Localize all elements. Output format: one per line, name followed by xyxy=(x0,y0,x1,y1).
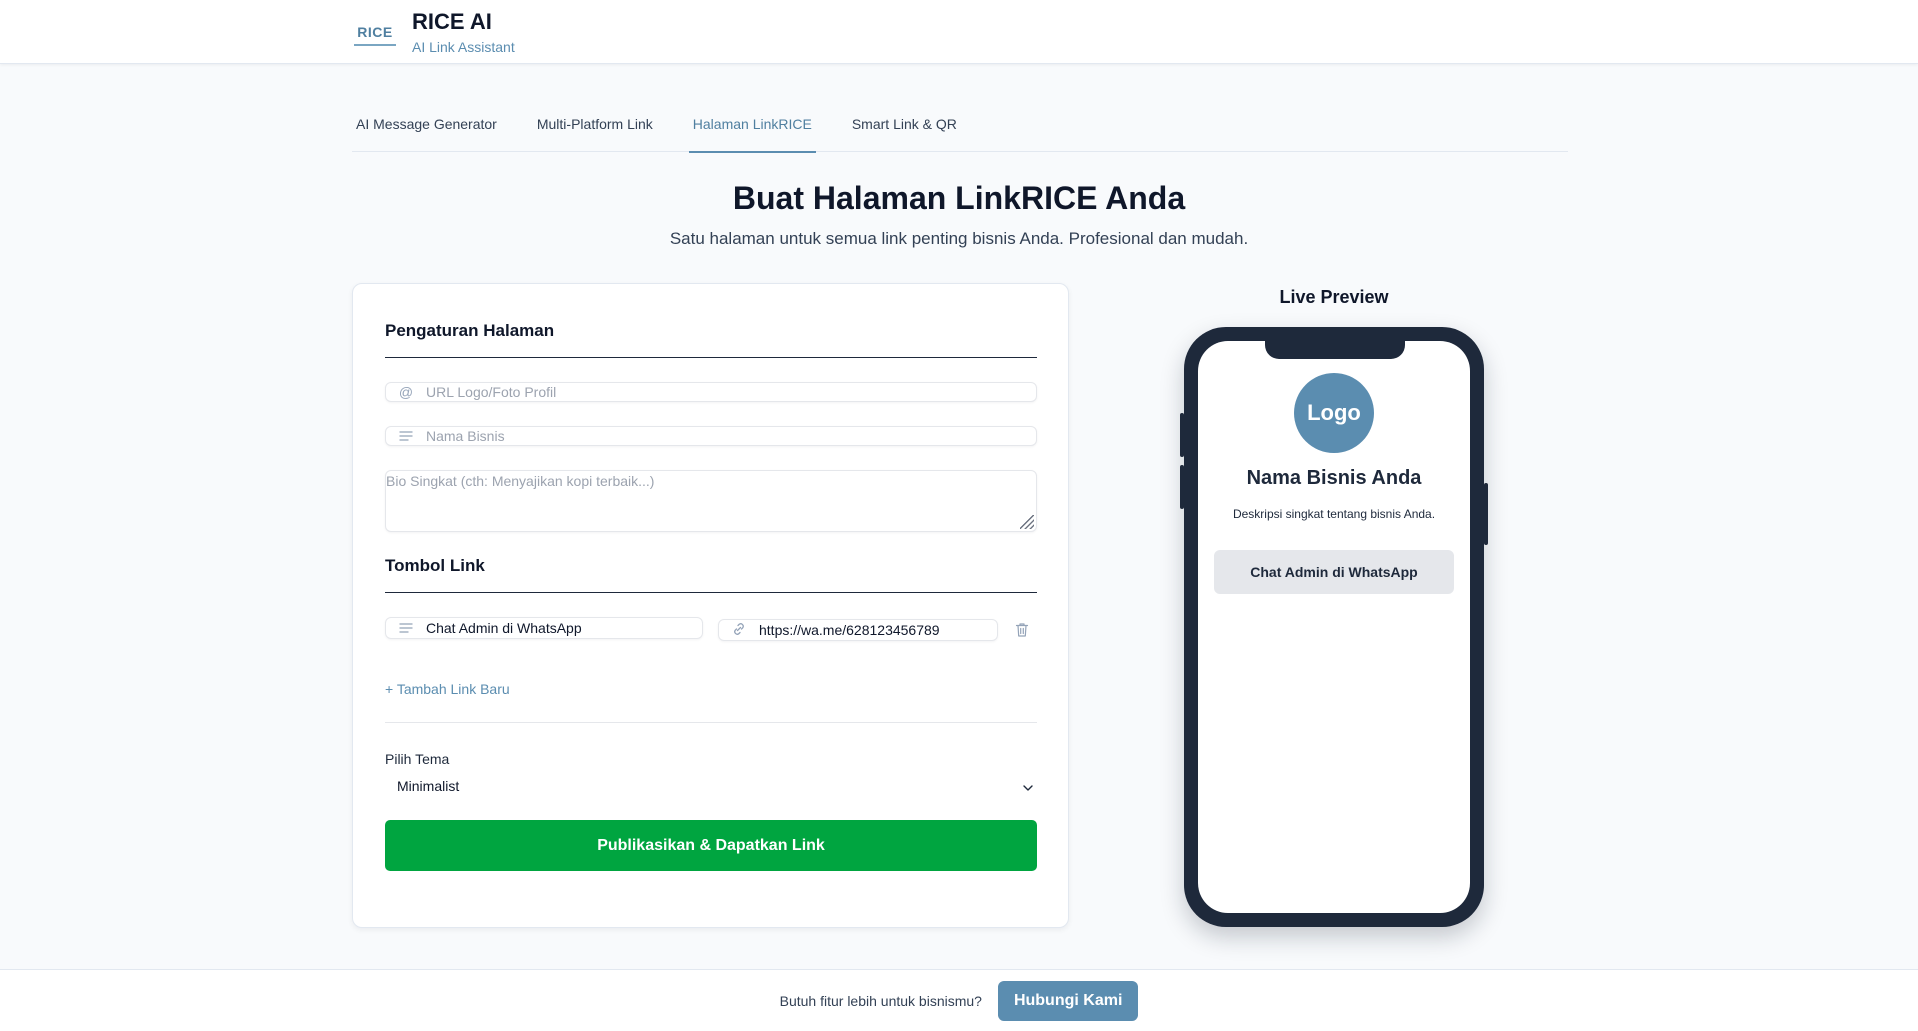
settings-section-rule xyxy=(385,357,1037,358)
trash-icon[interactable] xyxy=(1013,621,1031,639)
business-name-field[interactable] xyxy=(385,426,1037,446)
phone-side-button xyxy=(1180,465,1184,509)
link-label-field[interactable] xyxy=(385,617,703,639)
link-icon xyxy=(719,621,759,640)
brand[interactable]: RICE RICE AI AI Link Assistant xyxy=(352,8,515,56)
rice-logo: RICE xyxy=(352,18,398,46)
phone-side-button xyxy=(1180,413,1184,457)
footer: Butuh fitur lebih untuk bisnismu? Hubung… xyxy=(0,969,1918,1031)
contact-us-button[interactable]: Hubungi Kami xyxy=(997,980,1139,1021)
bio-field[interactable] xyxy=(385,470,1037,532)
logo-url-field[interactable]: @ xyxy=(385,382,1037,402)
settings-card: Pengaturan Halaman @ Tombol Link xyxy=(352,283,1069,928)
theme-select[interactable]: Minimalist xyxy=(385,774,1037,798)
tab-smart-link-qr[interactable]: Smart Link & QR xyxy=(848,108,961,152)
tab-multi-platform-link[interactable]: Multi-Platform Link xyxy=(533,108,657,152)
preview-business-name: Nama Bisnis Anda xyxy=(1246,467,1422,489)
chevron-down-icon xyxy=(1023,778,1033,794)
phone-mockup: Logo Nama Bisnis Anda Deskripsi singkat … xyxy=(1180,327,1488,927)
preview-logo: Logo xyxy=(1294,373,1374,453)
app-title: RICE AI xyxy=(412,9,492,34)
theme-select-value: Minimalist xyxy=(397,778,460,794)
app-header: RICE RICE AI AI Link Assistant xyxy=(0,0,1918,64)
bio-textarea[interactable] xyxy=(386,471,1036,531)
brand-text: RICE AI AI Link Assistant xyxy=(412,8,515,56)
tab-halaman-linkrice[interactable]: Halaman LinkRICE xyxy=(688,108,816,153)
text-lines-icon xyxy=(386,427,426,445)
tab-ai-message-generator[interactable]: AI Message Generator xyxy=(352,108,501,152)
app-subtitle: AI Link Assistant xyxy=(412,39,515,55)
links-section-title: Tombol Link xyxy=(385,556,485,575)
footer-text: Butuh fitur lebih untuk bisnismu? xyxy=(779,992,982,1009)
preview-description: Deskripsi singkat tentang bisnis Anda. xyxy=(1232,507,1436,521)
publish-button[interactable]: Publikasikan & Dapatkan Link xyxy=(385,820,1037,871)
phone-notch xyxy=(1265,341,1405,359)
link-row xyxy=(385,617,1037,643)
link-url-field[interactable] xyxy=(718,619,998,641)
resize-grip-icon[interactable] xyxy=(1020,515,1034,529)
preview-link-button[interactable]: Chat Admin di WhatsApp xyxy=(1214,550,1454,594)
settings-section-title: Pengaturan Halaman xyxy=(385,321,555,340)
logo-url-input[interactable] xyxy=(426,384,1036,400)
tab-bar: AI Message Generator Multi-Platform Link… xyxy=(352,108,1568,153)
phone-screen: Logo Nama Bisnis Anda Deskripsi singkat … xyxy=(1198,341,1470,913)
link-label-input[interactable] xyxy=(426,620,702,636)
add-link-button[interactable]: + Tambah Link Baru xyxy=(385,681,510,697)
live-preview-title: Live Preview xyxy=(1279,287,1389,307)
links-section-rule xyxy=(385,592,1037,593)
divider xyxy=(385,722,1037,723)
link-url-input[interactable] xyxy=(759,622,997,638)
page-subtitle: Satu halaman untuk semua link penting bi… xyxy=(669,229,1249,248)
text-lines-icon xyxy=(386,620,426,636)
theme-label: Pilih Tema xyxy=(385,751,450,767)
business-name-input[interactable] xyxy=(426,428,1036,444)
page-title: Buat Halaman LinkRICE Anda xyxy=(732,180,1186,216)
phone-side-button xyxy=(1484,483,1488,545)
at-icon: @ xyxy=(398,384,414,400)
